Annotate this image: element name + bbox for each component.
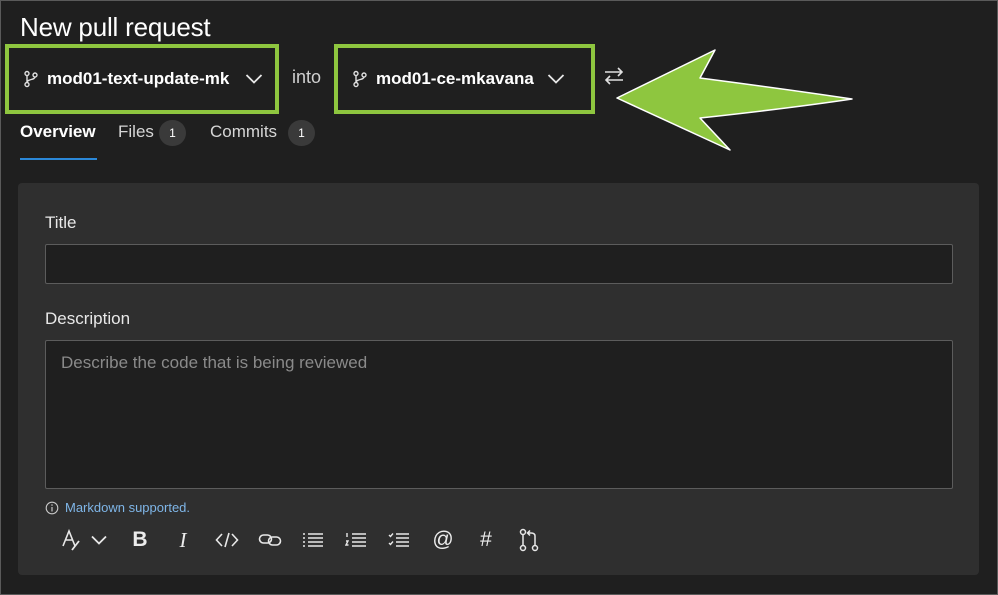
- mention-button[interactable]: @: [428, 525, 458, 555]
- pull-request-icon: [519, 528, 539, 552]
- description-placeholder: Describe the code that is being reviewed: [61, 353, 368, 372]
- format-text-button[interactable]: [56, 525, 86, 555]
- bold-button[interactable]: B: [125, 525, 155, 555]
- tab-files-label: Files: [118, 122, 154, 141]
- chevron-down-icon: [91, 535, 107, 545]
- tab-overview-label: Overview: [20, 122, 96, 141]
- source-branch-name: mod01-text-update-mk: [47, 69, 230, 88]
- commits-count-badge: 1: [288, 120, 315, 146]
- target-branch-dropdown[interactable]: mod01-ce-mkavana: [334, 44, 595, 114]
- title-label: Title: [45, 213, 77, 232]
- title-input[interactable]: [45, 244, 953, 284]
- chevron-down-icon: [245, 74, 263, 84]
- checklist-icon: [388, 533, 409, 547]
- bulleted-list-button[interactable]: [298, 525, 328, 555]
- tab-commits-label: Commits: [210, 122, 278, 141]
- files-count-badge: 1: [159, 120, 186, 146]
- mention-icon: @: [432, 528, 454, 551]
- tab-commits[interactable]: Commits 1: [210, 118, 320, 162]
- description-textarea[interactable]: Describe the code that is being reviewed: [45, 340, 953, 489]
- checklist-button[interactable]: [384, 525, 414, 555]
- into-label: into: [292, 67, 322, 87]
- pull-request-form: Title Description Describe the code that…: [18, 183, 979, 575]
- page-title: New pull request: [20, 12, 211, 42]
- work-item-button[interactable]: #: [471, 525, 501, 555]
- target-branch-name: mod01-ce-mkavana: [376, 69, 534, 88]
- link-button[interactable]: [255, 525, 285, 555]
- bulleted-list-icon: [303, 533, 323, 547]
- code-icon: [215, 532, 239, 548]
- callout-arrow-icon: [616, 49, 853, 151]
- markdown-note: Markdown supported.: [45, 500, 190, 515]
- active-tab-indicator: [20, 158, 97, 160]
- pull-request-link-button[interactable]: [514, 525, 544, 555]
- tab-files[interactable]: Files 1: [118, 118, 190, 162]
- numbered-list-button[interactable]: [341, 525, 371, 555]
- markdown-supported-link[interactable]: Markdown supported.: [65, 500, 190, 515]
- text-format-icon: [62, 528, 80, 551]
- code-button[interactable]: [212, 525, 242, 555]
- source-branch-dropdown[interactable]: mod01-text-update-mk: [5, 44, 279, 114]
- bold-icon: B: [132, 528, 148, 551]
- branch-icon: [24, 70, 38, 88]
- chevron-down-icon: [547, 74, 565, 84]
- description-label: Description: [45, 309, 131, 328]
- hash-icon: #: [480, 528, 492, 551]
- branch-icon: [353, 70, 367, 88]
- link-icon: [258, 534, 282, 546]
- info-icon: [45, 501, 59, 514]
- tab-overview[interactable]: Overview: [20, 118, 100, 162]
- italic-button[interactable]: I: [168, 525, 198, 555]
- format-dropdown-button[interactable]: [84, 525, 114, 555]
- italic-icon: I: [179, 527, 187, 552]
- numbered-list-icon: [345, 533, 366, 547]
